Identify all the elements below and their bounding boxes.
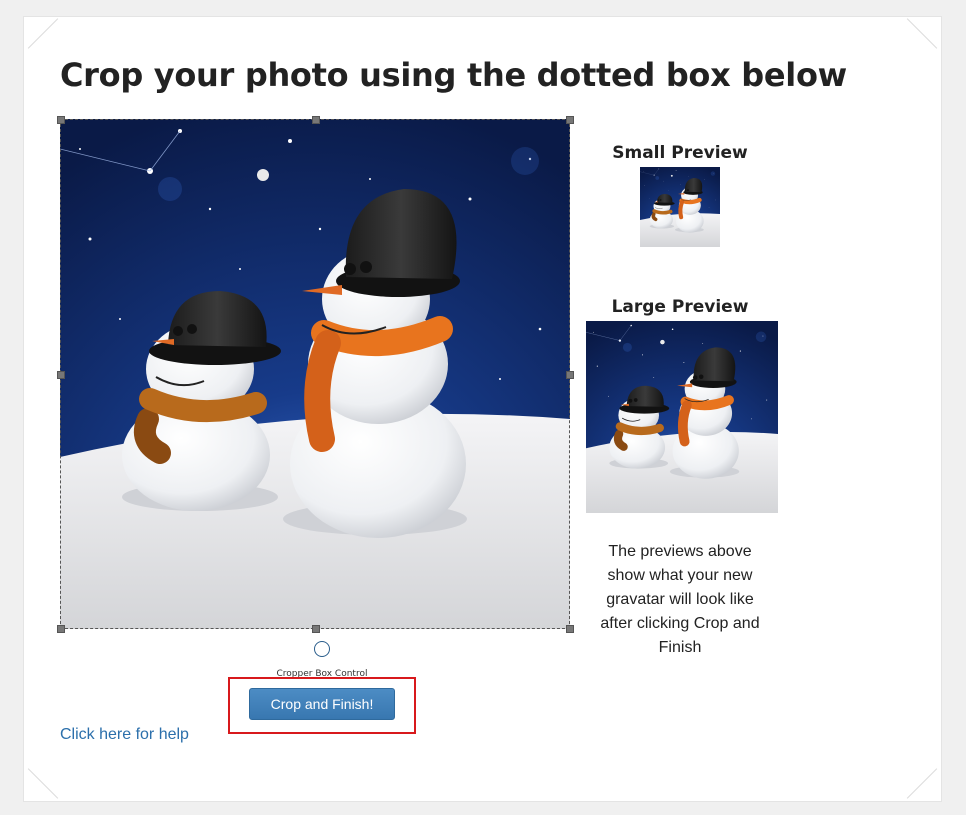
page-title: Crop your photo using the dotted box bel… xyxy=(60,56,847,94)
crop-and-finish-button[interactable]: Crop and Finish! xyxy=(249,688,395,720)
small-preview-image xyxy=(640,167,720,247)
large-preview-image xyxy=(586,321,778,513)
cropper-box-control-radio[interactable] xyxy=(314,641,330,657)
crop-handle-middle-right[interactable] xyxy=(566,371,574,379)
snowmen-photo xyxy=(60,119,570,629)
help-link[interactable]: Click here for help xyxy=(60,726,189,744)
crop-handle-top-middle[interactable] xyxy=(312,116,320,124)
crop-image[interactable] xyxy=(60,119,570,629)
crop-handle-top-right[interactable] xyxy=(566,116,574,124)
crop-handle-bottom-left[interactable] xyxy=(57,625,65,633)
preview-note: The previews above show what your new gr… xyxy=(600,543,760,656)
crop-handle-middle-left[interactable] xyxy=(57,371,65,379)
small-preview-heading: Small Preview xyxy=(612,143,748,163)
crop-handle-bottom-right[interactable] xyxy=(566,625,574,633)
crop-handle-bottom-middle[interactable] xyxy=(312,625,320,633)
crop-handle-top-left[interactable] xyxy=(57,116,65,124)
large-preview-heading: Large Preview xyxy=(611,297,749,317)
